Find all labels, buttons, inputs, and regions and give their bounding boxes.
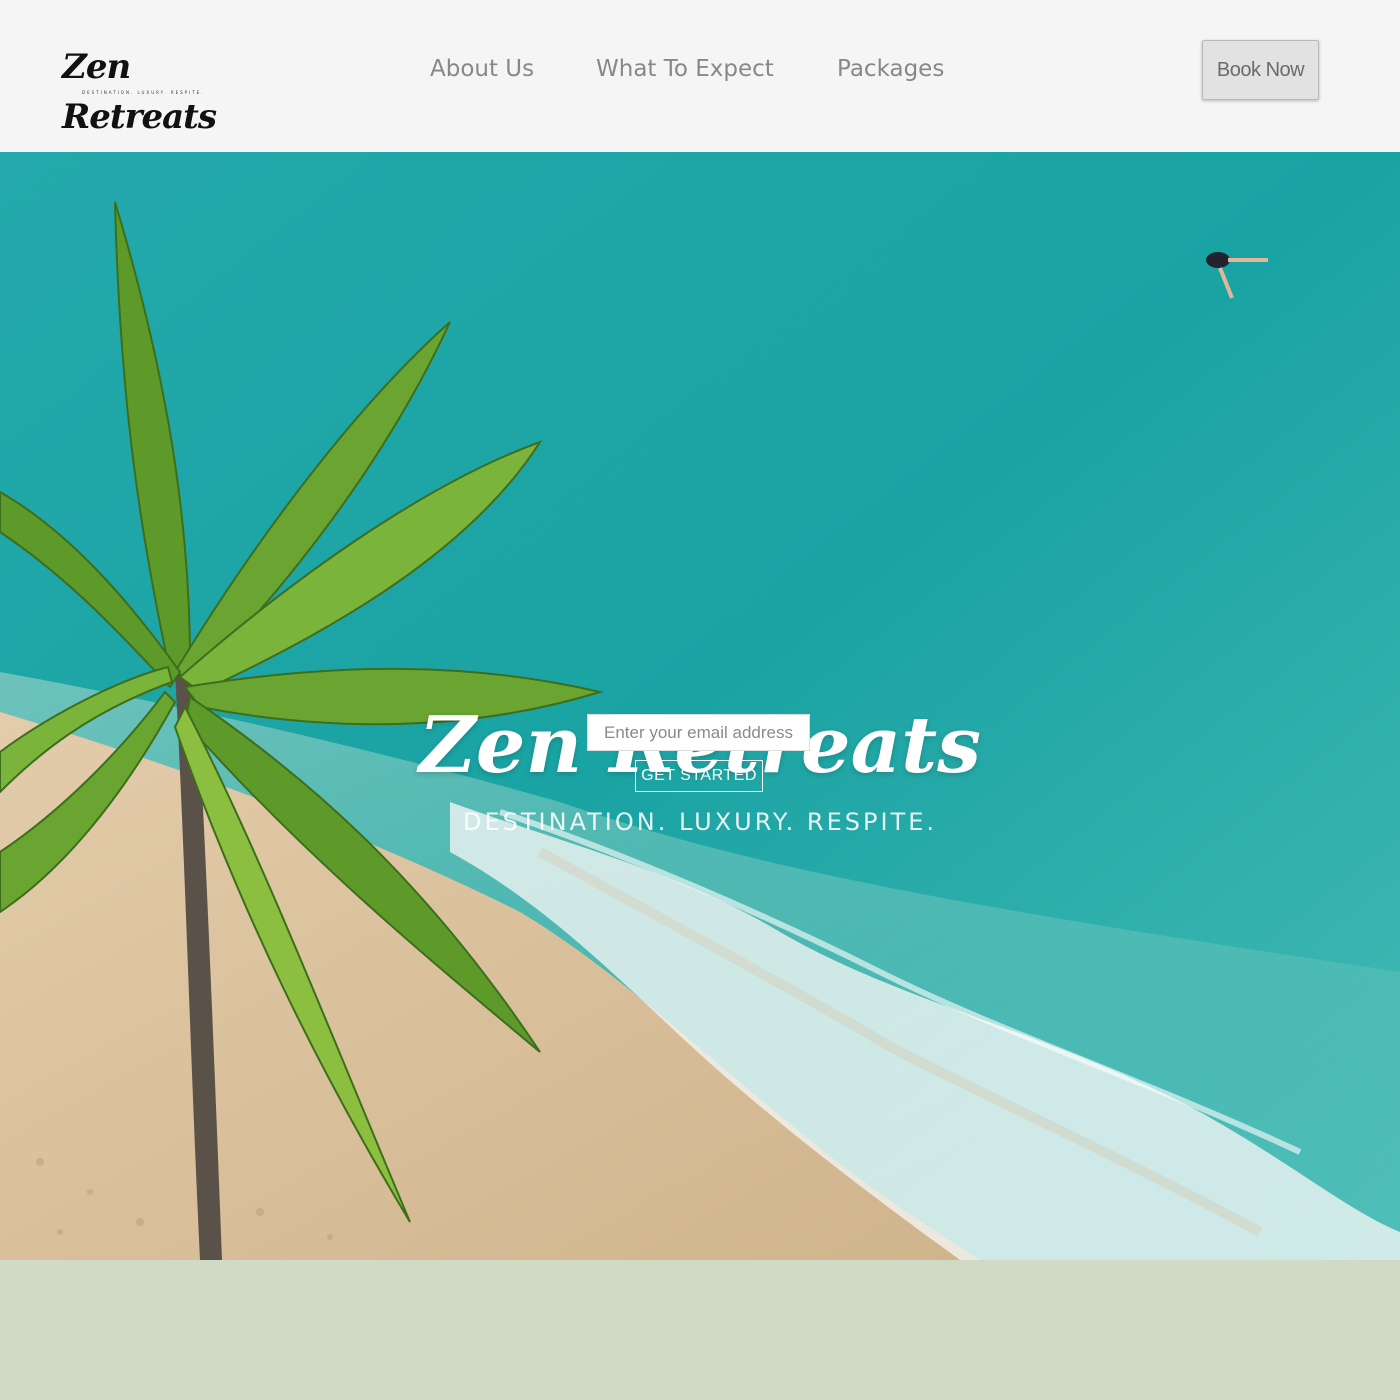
nav-packages[interactable]: Packages	[837, 56, 944, 82]
book-now-button[interactable]: Book Now	[1202, 40, 1319, 100]
hero-section: Zen Retreats DESTINATION. LUXURY. RESPIT…	[0, 152, 1400, 1260]
get-started-button[interactable]: GET STARTED	[635, 760, 763, 792]
hero-subtitle: DESTINATION. LUXURY. RESPITE.	[463, 808, 937, 836]
nav-about-us[interactable]: About Us	[430, 56, 534, 82]
site-header: Zen Retreats DESTINATION. LUXURY. RESPIT…	[0, 0, 1400, 152]
site-logo[interactable]: Zen Retreats DESTINATION. LUXURY. RESPIT…	[62, 42, 242, 137]
section-band	[0, 1260, 1400, 1400]
logo-tagline: DESTINATION. LUXURY. RESPITE.	[82, 90, 205, 95]
nav-what-to-expect[interactable]: What To Expect	[596, 56, 774, 82]
email-input[interactable]	[587, 714, 810, 751]
